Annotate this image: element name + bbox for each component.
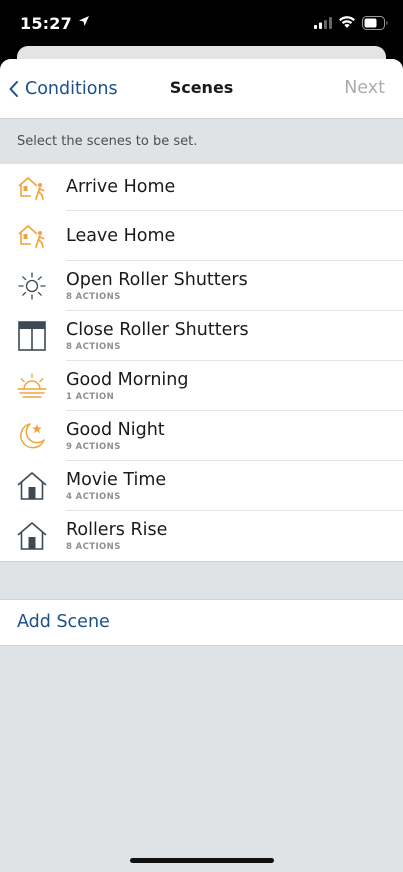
status-time: 15:27: [20, 14, 72, 33]
scene-title: Leave Home: [66, 225, 176, 246]
scene-text: Arrive Home: [66, 177, 175, 198]
scene-row-close-roller-shutters[interactable]: Close Roller Shutters 8 ACTIONS: [0, 311, 403, 361]
add-scene-button[interactable]: Add Scene: [17, 612, 110, 632]
scene-list: Arrive Home Leave Home Open Roller Shutt…: [0, 164, 403, 562]
home-indicator: [130, 858, 274, 863]
scene-title: Good Night: [66, 419, 165, 440]
wifi-icon: [339, 16, 355, 28]
scene-title: Rollers Rise: [66, 519, 168, 540]
cellular-signal-icon: [314, 17, 332, 29]
sun-icon: [15, 269, 49, 303]
scene-row-rollers-rise[interactable]: Rollers Rise 8 ACTIONS: [0, 511, 403, 561]
scene-row-leave-home[interactable]: Leave Home: [0, 211, 403, 261]
scene-action-count: 4 ACTIONS: [66, 491, 121, 502]
scene-text: Movie Time 4 ACTIONS: [66, 470, 166, 503]
scene-text: Close Roller Shutters 8 ACTIONS: [66, 320, 249, 353]
location-arrow-icon: [79, 16, 89, 26]
scene-row-movie-time[interactable]: Movie Time 4 ACTIONS: [0, 461, 403, 511]
add-scene-group: Add Scene: [0, 599, 403, 646]
scene-action-count: 1 ACTION: [66, 391, 115, 402]
scene-row-good-night[interactable]: Good Night 9 ACTIONS: [0, 411, 403, 461]
scene-title: Movie Time: [66, 469, 167, 490]
scene-action-count: 9 ACTIONS: [66, 441, 121, 452]
house-icon: [15, 469, 49, 503]
scenes-sheet: Conditions Scenes Next Select the scenes…: [0, 59, 403, 872]
navigation-bar: Conditions Scenes Next: [0, 59, 403, 119]
scene-row-good-morning[interactable]: Good Morning 1 ACTION: [0, 361, 403, 411]
house-person-icon: [15, 219, 49, 253]
scene-action-count: 8 ACTIONS: [66, 291, 121, 302]
sunrise-icon: [15, 369, 49, 403]
scene-text: Open Roller Shutters 8 ACTIONS: [66, 270, 248, 303]
scene-action-count: 8 ACTIONS: [66, 541, 121, 552]
house-icon: [15, 519, 49, 553]
status-bar: 15:27: [0, 0, 403, 48]
page-title: Scenes: [169, 78, 234, 97]
scene-row-arrive-home[interactable]: Arrive Home: [0, 164, 403, 211]
scene-title: Good Morning: [66, 369, 189, 390]
scene-text: Leave Home: [66, 226, 175, 247]
scene-text: Good Morning 1 ACTION: [66, 370, 189, 403]
moon-star-icon: [15, 419, 49, 453]
section-header-text: Select the scenes to be set.: [17, 134, 198, 149]
scene-action-count: 8 ACTIONS: [66, 341, 121, 352]
house-person-icon: [15, 171, 49, 205]
window-shutter-icon: [15, 319, 49, 353]
scene-row-open-roller-shutters[interactable]: Open Roller Shutters 8 ACTIONS: [0, 261, 403, 311]
next-button[interactable]: Next: [344, 78, 385, 98]
scene-title: Close Roller Shutters: [66, 319, 249, 340]
scene-title: Arrive Home: [66, 177, 176, 197]
scene-text: Rollers Rise 8 ACTIONS: [66, 520, 167, 553]
scene-title: Open Roller Shutters: [66, 269, 248, 290]
battery-icon: [362, 16, 388, 30]
section-header: Select the scenes to be set.: [0, 119, 403, 164]
scene-text: Good Night 9 ACTIONS: [66, 420, 165, 453]
